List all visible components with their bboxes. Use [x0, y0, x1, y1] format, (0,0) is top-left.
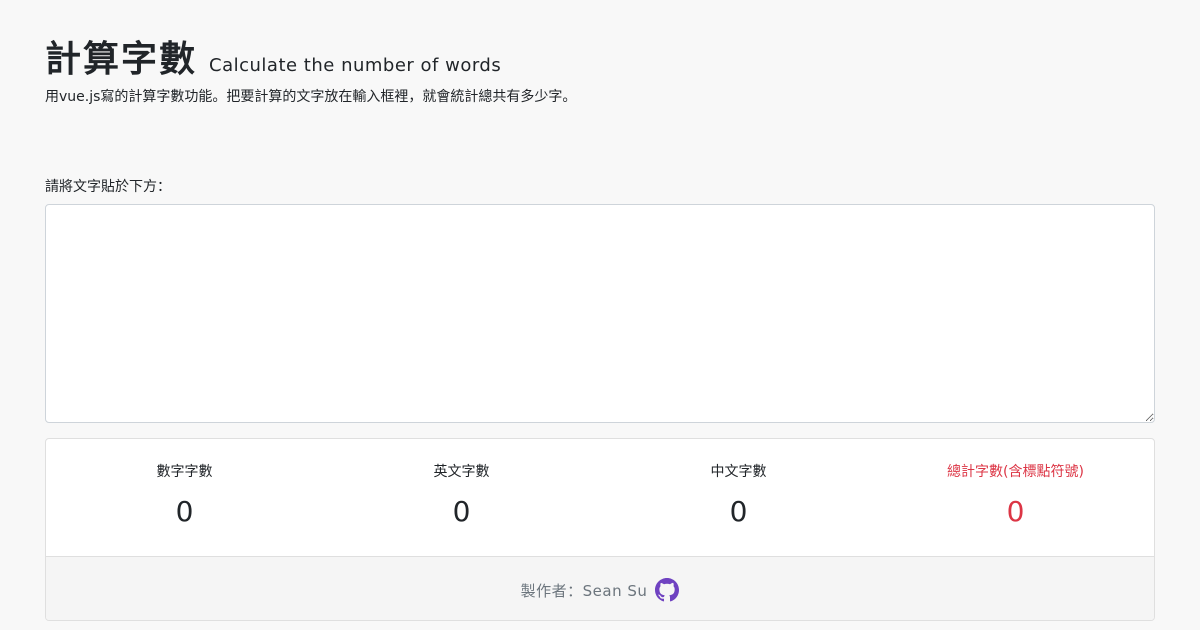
stat-label: 數字字數 — [156, 464, 213, 480]
title-row: 計算字數 Calculate the number of words — [45, 30, 576, 82]
stat-english-count: 英文字數 0 — [323, 439, 600, 556]
stat-value: 0 — [452, 495, 471, 528]
page-title: 計算字數 — [45, 39, 198, 80]
textarea-label: 請將文字貼於下方： — [45, 179, 171, 195]
stat-label: 中文字數 — [710, 464, 767, 480]
page-header: 計算字數 Calculate the number of words 用vue.… — [45, 30, 576, 106]
stat-value: 0 — [1006, 495, 1025, 528]
stat-label: 英文字數 — [433, 464, 490, 480]
github-icon[interactable] — [655, 578, 680, 602]
stat-value: 0 — [729, 495, 748, 528]
stat-chinese-count: 中文字數 0 — [600, 439, 877, 556]
text-input-area[interactable] — [45, 204, 1155, 423]
stat-total-count: 總計字數(含標點符號) 0 — [877, 439, 1154, 556]
page-subtitle: Calculate the number of words — [209, 55, 502, 76]
stat-number-count: 數字字數 0 — [46, 439, 323, 556]
stats-row: 數字字數 0 英文字數 0 中文字數 0 總計字數(含標點符號) 0 — [46, 439, 1154, 556]
card-footer: 製作者：Sean Su — [46, 556, 1154, 620]
author-label: 製作者：Sean Su — [520, 581, 648, 600]
stat-label: 總計字數(含標點符號) — [947, 464, 1084, 480]
stat-value: 0 — [175, 495, 194, 528]
page: 計算字數 Calculate the number of words 用vue.… — [0, 0, 1200, 630]
stats-card: 數字字數 0 英文字數 0 中文字數 0 總計字數(含標點符號) 0 製作者：S… — [45, 438, 1155, 621]
page-description: 用vue.js寫的計算字數功能。把要計算的文字放在輸入框裡，就會統計總共有多少字… — [45, 89, 577, 105]
